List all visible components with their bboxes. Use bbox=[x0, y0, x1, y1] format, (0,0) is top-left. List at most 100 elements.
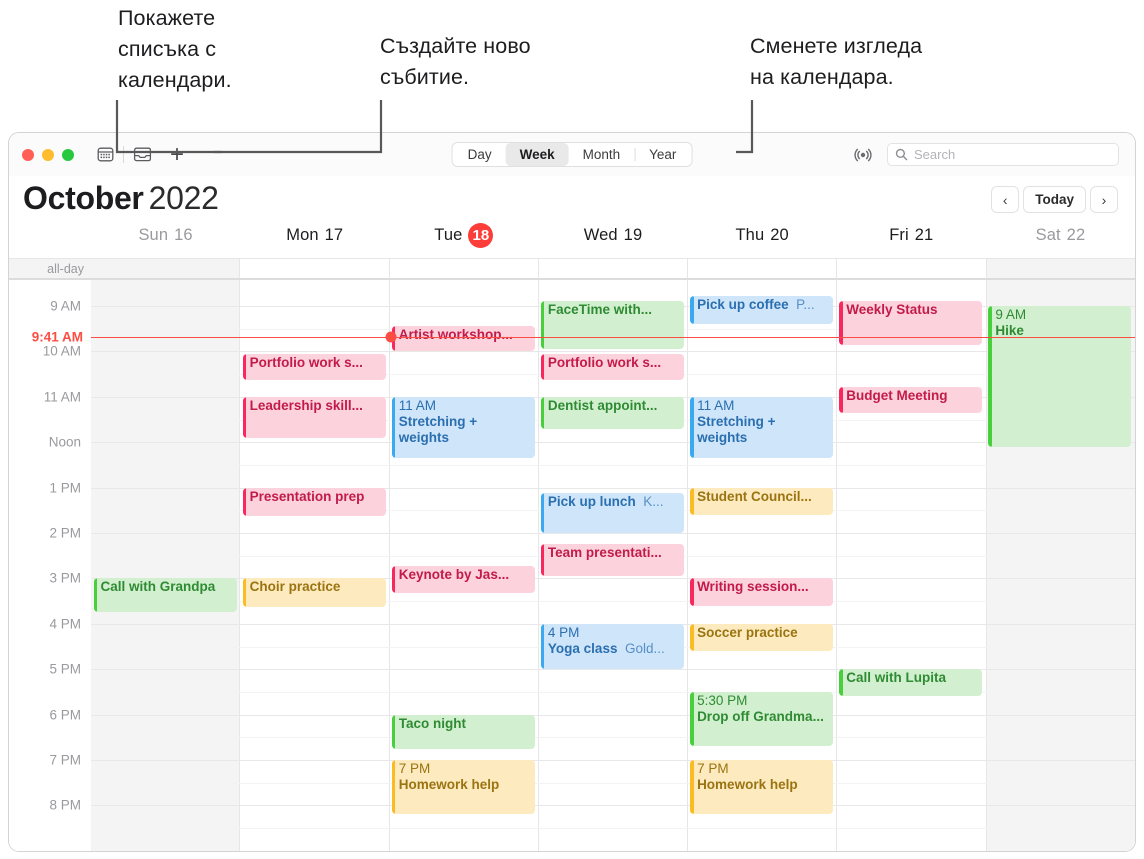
event-location: K... bbox=[635, 494, 664, 510]
month-label: October bbox=[23, 180, 144, 216]
all-day-cell-6[interactable] bbox=[985, 259, 1135, 278]
event-color-bar bbox=[988, 306, 992, 447]
annotation-layer: Покажете списъка с календари. Създайте н… bbox=[0, 0, 1144, 175]
all-day-cell-0[interactable] bbox=[91, 259, 240, 278]
calendar-event[interactable]: 5:30 PM Drop off Grandma... bbox=[690, 691, 834, 747]
all-day-cell-4[interactable] bbox=[687, 259, 837, 278]
event-title: Portfolio work s... bbox=[249, 354, 363, 370]
calendar-event[interactable]: Pick up coffee P... bbox=[690, 296, 834, 325]
event-color-bar bbox=[93, 578, 97, 613]
day-header-4[interactable]: Thu 20 bbox=[688, 224, 837, 258]
callout-change-calendar-view: Сменете изгледа на календара. bbox=[750, 34, 923, 89]
callout-create-new-event: Създайте ново събитие. bbox=[380, 34, 531, 89]
previous-week-button[interactable]: ‹ bbox=[991, 186, 1020, 213]
calendar-event[interactable]: Call with Grandpa bbox=[93, 578, 237, 613]
calendar-event[interactable]: Team presentati... bbox=[540, 544, 685, 577]
event-color-bar bbox=[391, 760, 396, 815]
event-color-bar bbox=[690, 623, 694, 652]
day-header-gutter bbox=[9, 224, 91, 258]
callout-show-calendar-list: Покажете списъка с календари. bbox=[118, 6, 232, 92]
event-title: Weekly Status bbox=[846, 301, 938, 317]
day-header-3[interactable]: Wed 19 bbox=[538, 224, 687, 258]
all-day-cell-2[interactable] bbox=[388, 259, 538, 278]
event-color-bar bbox=[242, 578, 247, 607]
calendar-event[interactable]: 11 AM Stretching + weights bbox=[391, 396, 535, 459]
calendar-event[interactable]: Leadership skill... bbox=[242, 396, 386, 438]
calendar-event[interactable]: Dentist appoint... bbox=[540, 396, 685, 430]
event-title: Homework help bbox=[398, 777, 500, 792]
day-header-2[interactable]: Tue 18 bbox=[389, 223, 538, 258]
calendar-event[interactable]: Soccer practice bbox=[690, 623, 834, 652]
today-button[interactable]: Today bbox=[1023, 186, 1086, 213]
day-header-number-1: 17 bbox=[324, 226, 344, 244]
calendar-event[interactable]: Presentation prep bbox=[242, 487, 386, 516]
all-day-row: all-day bbox=[9, 258, 1135, 280]
event-title: Student Council... bbox=[697, 488, 812, 504]
event-color-bar bbox=[690, 578, 694, 606]
calendar-event[interactable]: Call with Lupita bbox=[839, 669, 983, 697]
event-color-bar bbox=[391, 714, 396, 749]
calendar-event[interactable]: 7 PM Homework help bbox=[391, 760, 535, 815]
event-title: Call with Lupita bbox=[846, 670, 946, 686]
event-title: Artist workshop... bbox=[398, 327, 513, 343]
week-grid: 9 AM 10 AM 11 AM Noon 1 PM 2 PM 3 PM 4 PM 5 PM 6 … bbox=[9, 280, 1135, 851]
day-header-1[interactable]: Mon 17 bbox=[240, 224, 389, 258]
calendar-event[interactable]: Portfolio work s... bbox=[242, 353, 386, 380]
event-color-bar bbox=[242, 396, 247, 438]
calendar-event[interactable]: Writing session... bbox=[690, 578, 834, 606]
events-layer: Call with Grandpa Portfolio work s... Lead… bbox=[9, 280, 1135, 851]
calendar-event[interactable]: 11 AM Stretching + weights bbox=[690, 396, 834, 459]
calendar-event[interactable]: Pick up lunch K... bbox=[540, 493, 685, 533]
event-time: 11 AM bbox=[398, 397, 437, 413]
calendar-event[interactable]: Student Council... bbox=[690, 487, 834, 515]
event-color-bar bbox=[690, 487, 694, 515]
day-header-name-5: Fri bbox=[889, 226, 909, 244]
event-color-bar bbox=[839, 669, 843, 697]
event-time: 7 PM bbox=[697, 761, 729, 776]
day-header-6[interactable]: Sat 22 bbox=[986, 224, 1135, 258]
event-title: Soccer practice bbox=[697, 624, 798, 640]
calendar-event[interactable]: Keynote by Jas... bbox=[391, 565, 535, 593]
event-color-bar bbox=[690, 760, 694, 815]
event-title: Hike bbox=[995, 323, 1024, 338]
all-day-cell-5[interactable] bbox=[836, 259, 986, 278]
all-day-label: all-day bbox=[9, 259, 91, 278]
event-title: Budget Meeting bbox=[846, 387, 948, 403]
day-header-5[interactable]: Fri 21 bbox=[837, 224, 986, 258]
calendar-event[interactable]: Choir practice bbox=[242, 578, 386, 607]
calendar-event[interactable]: 9 AM Hike bbox=[988, 306, 1132, 447]
calendar-event[interactable]: Weekly Status bbox=[839, 300, 983, 345]
date-navigation: ‹ Today › bbox=[991, 186, 1118, 213]
today-date-badge: 18 bbox=[468, 223, 494, 248]
event-title: Writing session... bbox=[697, 579, 809, 595]
event-location: Gold... bbox=[617, 640, 665, 656]
calendar-event[interactable]: 7 PM Homework help bbox=[690, 760, 834, 815]
title-row: October 2022 ‹ Today › bbox=[9, 176, 1135, 224]
event-title: Dentist appoint... bbox=[547, 397, 658, 413]
chevron-right-icon: › bbox=[1101, 191, 1107, 208]
calendar-event[interactable]: Taco night bbox=[391, 714, 535, 749]
event-time: 7 PM bbox=[398, 761, 431, 776]
day-header-name-1: Mon bbox=[286, 226, 319, 244]
event-title: Drop off Grandma... bbox=[697, 708, 824, 724]
day-header-number-3: 19 bbox=[623, 226, 643, 244]
year-label: 2022 bbox=[148, 180, 219, 216]
calendar-event[interactable]: Portfolio work s... bbox=[540, 353, 685, 380]
calendar-event[interactable]: Budget Meeting bbox=[839, 386, 983, 413]
all-day-cell-3[interactable] bbox=[537, 259, 688, 278]
day-header-0[interactable]: Sun 16 bbox=[91, 224, 240, 258]
event-title: Leadership skill... bbox=[249, 397, 363, 413]
event-color-bar bbox=[242, 353, 247, 380]
next-week-button[interactable]: › bbox=[1090, 186, 1118, 213]
calendar-event[interactable]: Artist workshop... bbox=[391, 326, 535, 352]
event-color-bar bbox=[540, 623, 545, 670]
event-title: Stretching + weights bbox=[398, 413, 478, 445]
calendar-event[interactable]: 4 PM Yoga class Gold... bbox=[540, 623, 685, 670]
all-day-cell-1[interactable] bbox=[239, 259, 389, 278]
event-color-bar bbox=[391, 326, 396, 352]
event-color-bar bbox=[540, 396, 545, 430]
calendar-event[interactable]: FaceTime with... bbox=[540, 301, 685, 350]
calendar-window: + Day Week Month Year Search October 202… bbox=[8, 132, 1136, 852]
event-color-bar bbox=[540, 544, 545, 577]
event-title: Team presentati... bbox=[547, 545, 662, 561]
